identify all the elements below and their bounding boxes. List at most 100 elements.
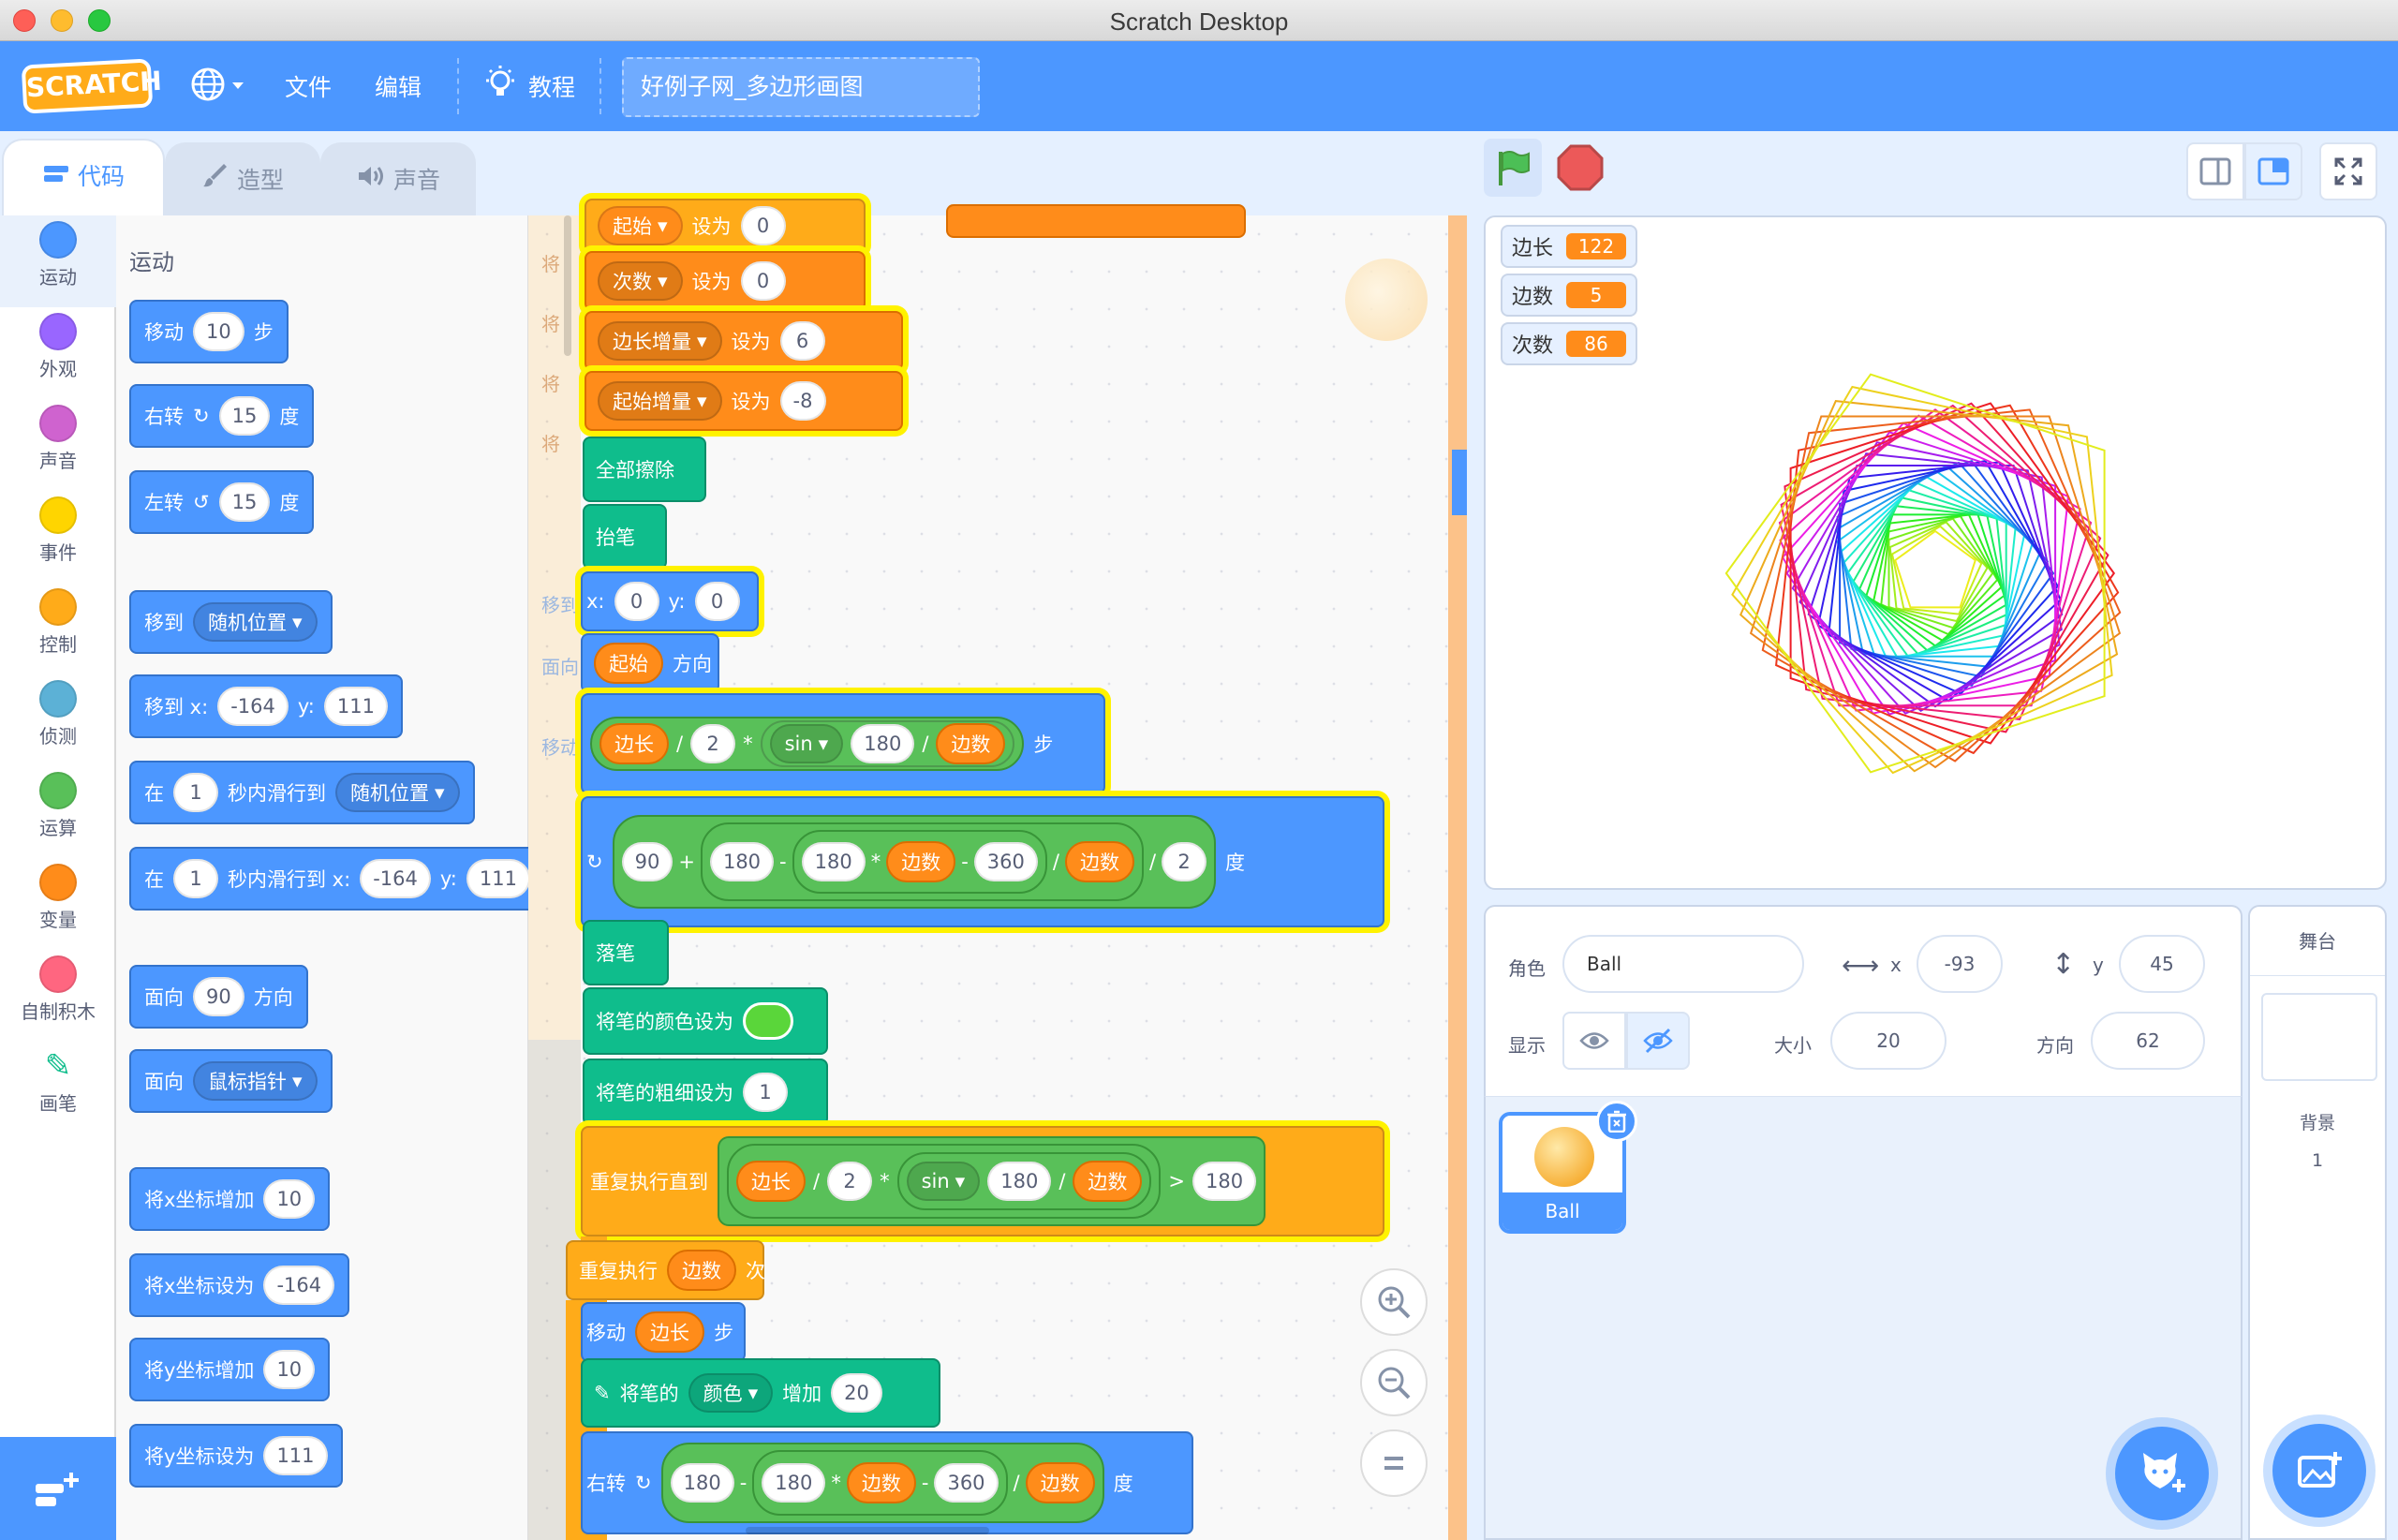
- number-input[interactable]: 360: [934, 1463, 999, 1503]
- number-input[interactable]: 2: [1162, 842, 1207, 881]
- variable-reporter[interactable]: 边数: [667, 1250, 736, 1291]
- y-input[interactable]: 0: [694, 582, 740, 621]
- number-input[interactable]: 15: [218, 482, 271, 522]
- value-input[interactable]: 0: [740, 261, 786, 301]
- horizontal-scrollbar[interactable]: [746, 1527, 989, 1534]
- turn-right-block[interactable]: 右转 ↻ 15 度: [129, 384, 315, 448]
- category-6[interactable]: 运算: [0, 772, 116, 840]
- operator-reporter[interactable]: 90 +180-180 * 边数 -360/边数/2: [612, 815, 1217, 909]
- code-workspace[interactable]: 将 将 将 将 移到 面向 移动 起始 ▾ 设为 0 次数 ▾ 设为 0 边长增量 ▾ 设为 6 …: [528, 199, 1467, 1540]
- operator-reporter[interactable]: 180 * 边数 -360: [792, 830, 1047, 894]
- number-input[interactable]: 180: [1192, 1162, 1257, 1201]
- choose-backdrop-button[interactable]: [2272, 1424, 2366, 1518]
- hide-sprite-button[interactable]: [1626, 1012, 1690, 1070]
- sprite-direction-input[interactable]: 62: [2091, 1012, 2205, 1070]
- tutorials-menu[interactable]: 教程: [528, 69, 575, 103]
- variable-reporter[interactable]: 边数: [846, 1462, 916, 1503]
- category-2[interactable]: 声音: [0, 405, 116, 473]
- set-var-block[interactable]: 起始 ▾ 设为 0: [585, 199, 866, 253]
- stage-selector-panel[interactable]: 舞台 背景 1: [2248, 905, 2387, 1540]
- fullscreen-button[interactable]: [2319, 142, 2377, 200]
- variable-reporter[interactable]: 边数: [1073, 1161, 1143, 1202]
- pen-param-dropdown[interactable]: 颜色 ▾: [688, 1373, 774, 1413]
- number-input[interactable]: 1: [173, 773, 218, 812]
- variable-reporter[interactable]: 边数: [886, 841, 956, 882]
- change-x-block[interactable]: 将x坐标增加 10: [129, 1167, 331, 1231]
- move-steps-block[interactable]: 移动 10 步: [129, 300, 289, 363]
- x-input[interactable]: -164: [360, 859, 431, 898]
- stage-canvas[interactable]: 边长 122 边数 5 次数 86: [1484, 215, 2387, 890]
- delete-sprite-button[interactable]: [1596, 1101, 1637, 1142]
- move-steps-block[interactable]: 边长 / 2 * sin ▾ 180 / 边数 步: [581, 693, 1105, 794]
- number-input[interactable]: 10: [263, 1179, 316, 1219]
- number-input[interactable]: 10: [193, 312, 244, 351]
- operator-reporter[interactable]: 边长 / 2 * sin ▾ 180 / 边数: [727, 1144, 1162, 1219]
- pen-down-block[interactable]: 落笔: [583, 920, 669, 985]
- point-direction-block[interactable]: 起始 方向: [581, 633, 719, 693]
- number-input[interactable]: 90: [193, 977, 244, 1016]
- towards-dropdown[interactable]: 鼠标指针 ▾: [193, 1061, 318, 1101]
- sprite-name-input[interactable]: Ball: [1562, 935, 1804, 993]
- x-input[interactable]: -164: [217, 687, 289, 726]
- variable-reporter[interactable]: 边长: [736, 1161, 806, 1202]
- number-input[interactable]: 1: [173, 859, 218, 898]
- goto-block[interactable]: 移到 随机位置 ▾: [129, 590, 333, 654]
- category-8[interactable]: 自制积木: [0, 955, 116, 1024]
- value-input[interactable]: 6: [779, 321, 825, 361]
- move-steps-block[interactable]: 移动 边长步: [581, 1302, 746, 1362]
- math-function-reporter[interactable]: sin ▾ 180 / 边数: [760, 720, 1015, 767]
- number-input[interactable]: 2: [827, 1162, 873, 1201]
- point-towards-block[interactable]: 面向 鼠标指针 ▾: [129, 1049, 333, 1113]
- function-dropdown[interactable]: sin ▾: [906, 1162, 981, 1201]
- operator-reporter[interactable]: 边长 / 2 * sin ▾ 180 / 边数: [590, 717, 1025, 771]
- stop-button[interactable]: [1555, 142, 1606, 199]
- turn-right-block[interactable]: ↻ 90 +180-180 * 边数 -360/边数/2 度: [581, 796, 1384, 927]
- stage-thumbnail[interactable]: [2261, 993, 2377, 1081]
- number-input[interactable]: 180: [670, 1463, 734, 1503]
- variable-reporter[interactable]: 边长: [635, 1311, 704, 1353]
- number-input[interactable]: 180: [709, 842, 775, 881]
- tab-sounds[interactable]: 声音: [320, 142, 476, 217]
- zoom-reset-button[interactable]: [1360, 1429, 1428, 1497]
- number-input[interactable]: 180: [987, 1162, 1052, 1201]
- number-input[interactable]: 360: [973, 842, 1038, 881]
- edit-menu[interactable]: 编辑: [375, 69, 422, 103]
- number-input[interactable]: 180: [801, 842, 866, 881]
- operator-reporter[interactable]: 180-180 * 边数 -360/边数: [700, 822, 1144, 901]
- repeat-block[interactable]: 重复执行 边数次: [566, 1240, 765, 1300]
- scratch-logo[interactable]: SCRATCH: [21, 58, 163, 114]
- number-input[interactable]: 111: [263, 1436, 328, 1475]
- set-pen-size-block[interactable]: 将笔的粗细设为 1: [583, 1059, 828, 1126]
- category-5[interactable]: 侦测: [0, 680, 116, 748]
- set-x-block[interactable]: 将x坐标设为 -164: [129, 1253, 350, 1317]
- goto-xy-block[interactable]: 移到 x: -164 y: 111: [129, 674, 403, 738]
- glide-block[interactable]: 在 1 秒内滑行到 随机位置 ▾: [129, 761, 475, 824]
- glide-dropdown[interactable]: 随机位置 ▾: [335, 773, 460, 812]
- comparison-reporter[interactable]: 边长/2 * sin ▾ 180/边数 >180: [718, 1136, 1266, 1226]
- lightbulb-icon[interactable]: [481, 64, 519, 111]
- small-stage-button[interactable]: [2186, 142, 2244, 200]
- variable-reporter[interactable]: 边数: [1064, 841, 1134, 882]
- number-input[interactable]: 20: [831, 1373, 882, 1413]
- sprite-x-input[interactable]: -93: [1917, 935, 2003, 993]
- y-input[interactable]: 111: [466, 859, 530, 898]
- set-var-block[interactable]: 边长增量 ▾ 设为 6: [585, 311, 903, 371]
- math-function-reporter[interactable]: sin ▾ 180 / 边数: [896, 1152, 1152, 1210]
- category-7[interactable]: 变量: [0, 864, 116, 932]
- repeat-until-block[interactable]: 重复执行直到 边长/2 * sin ▾ 180/边数 >180: [581, 1126, 1384, 1236]
- operator-reporter[interactable]: 180-180 * 边数 -360/边数: [660, 1443, 1104, 1523]
- point-direction-block[interactable]: 面向 90 方向: [129, 965, 308, 1029]
- operator-reporter[interactable]: 180 * 边数 -360: [752, 1450, 1008, 1516]
- category-4[interactable]: 控制: [0, 588, 116, 657]
- vertical-scrollbar[interactable]: [564, 215, 571, 356]
- sprite-size-input[interactable]: 20: [1830, 1012, 1947, 1070]
- pen-up-block[interactable]: 抬笔: [583, 504, 667, 570]
- var-dropdown[interactable]: 边长增量 ▾: [598, 321, 722, 361]
- turn-right-block[interactable]: 右转 ↻ 180-180 * 边数 -360/边数度: [581, 1431, 1193, 1534]
- variable-monitor[interactable]: 边长 122: [1501, 225, 1638, 268]
- x-input[interactable]: 0: [614, 582, 659, 621]
- variable-reporter[interactable]: 边数: [1025, 1462, 1095, 1503]
- add-extension-button[interactable]: [0, 1437, 116, 1540]
- set-pen-color-block[interactable]: 将笔的颜色设为: [583, 987, 828, 1055]
- number-input[interactable]: 180: [851, 724, 915, 763]
